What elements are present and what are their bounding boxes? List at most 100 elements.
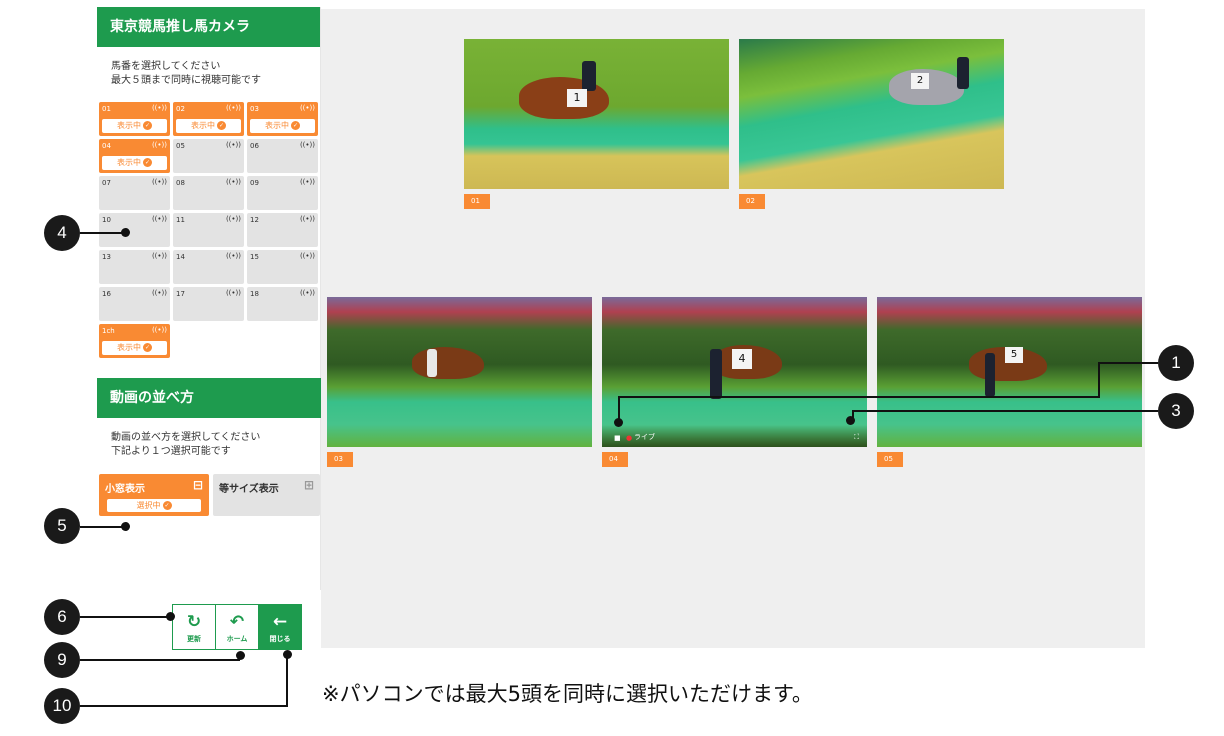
annotation-line [618,396,1100,398]
horse-number-cloth: 1 [567,89,587,107]
horse-select-cell[interactable]: 14 ((•)) [173,250,244,284]
handler-figure [582,61,596,91]
pc-selection-note: ※パソコンでは最大5頭を同時に選択いただけます。 [322,682,813,706]
horse-select-cell[interactable]: 06 ((•)) [247,139,318,173]
horse-select-cell[interactable]: 16 ((•)) [99,287,170,321]
grid-layout-icon: ⊞ [303,478,314,492]
picture-in-picture-icon: ⊟ [192,478,203,492]
horse-number-label: 09 [250,179,259,187]
live-broadcast-icon: ((•)) [151,178,167,186]
handler-figure [957,57,969,89]
horse-select-cell[interactable]: 07 ((•)) [99,176,170,210]
horse-number-label: 06 [250,142,259,150]
horse-number-label: 11 [176,216,185,224]
horse-number-label: 17 [176,290,185,298]
horse-number-label: 18 [250,290,259,298]
live-broadcast-icon: ((•)) [225,252,241,260]
horse-select-cell[interactable]: 05 ((•)) [173,139,244,173]
horse-select-cell[interactable]: 01 ((•)) 表示中 ✓ [99,102,170,136]
annotation-line [1098,362,1100,397]
horse-select-cell[interactable]: 12 ((•)) [247,213,318,247]
layout-section-description: 動画の並べ方を選択してください 下記より１つ選択可能です [97,418,321,474]
live-broadcast-icon: ((•)) [225,215,241,223]
live-broadcast-icon: ((•)) [299,215,315,223]
check-icon: ✓ [143,121,152,130]
fullscreen-icon[interactable]: ⛶ [854,433,859,442]
horse-number-label: 05 [176,142,185,150]
horse-figure [412,347,484,379]
annotation-dot [846,416,855,425]
layout-small-window-option[interactable]: 小窓表示 ⊟ 選択中 ✓ [99,474,209,516]
video-player-03[interactable] [327,297,592,447]
annotation-marker-4: 4 [44,215,80,251]
close-button[interactable]: ← 閉じる [258,604,302,650]
horse-select-cell[interactable]: 03 ((•)) 表示中 ✓ [247,102,318,136]
horse-select-cell[interactable]: 13 ((•)) [99,250,170,284]
video-player-05[interactable]: 5 [877,297,1142,447]
live-broadcast-icon: ((•)) [151,326,167,334]
home-button[interactable]: ↶ ホーム [215,604,259,650]
horse-select-cell[interactable]: 02 ((•)) 表示中 ✓ [173,102,244,136]
layout-section: 動画の並べ方 動画の並べ方を選択してください 下記より１つ選択可能です 小窓表示… [97,378,321,516]
live-broadcast-icon: ((•)) [225,141,241,149]
stop-icon[interactable]: ■ [614,434,621,442]
handler-figure [985,353,995,397]
annotation-marker-3: 3 [1158,393,1194,429]
video-player-02[interactable]: 2 [739,39,1004,189]
annotation-line [80,705,288,707]
refresh-label: 更新 [187,635,201,643]
live-broadcast-icon: ((•)) [151,104,167,112]
horse-select-cell[interactable]: 18 ((•)) [247,287,318,321]
showing-badge: 表示中 ✓ [102,156,167,170]
video-player-01[interactable]: 1 [464,39,729,189]
horse-number-label: 04 [102,142,111,150]
annotation-line [80,659,240,661]
sidebar-panel: 東京競馬推し馬カメラ 馬番を選択してください 最大５頭まで同時に視聴可能です 0… [97,7,321,590]
layout-section-title: 動画の並べ方 [97,378,321,418]
horse-select-cell[interactable]: 08 ((•)) [173,176,244,210]
live-broadcast-icon: ((•)) [151,289,167,297]
annotation-line [1098,362,1158,364]
check-icon: ✓ [143,158,152,167]
horse-select-cell[interactable]: 17 ((•)) [173,287,244,321]
horse-select-cell[interactable]: 10 ((•)) [99,213,170,247]
horse-number-label: 12 [250,216,259,224]
layout-equal-size-option[interactable]: 等サイズ表示 ⊞ [213,474,320,516]
live-label: ライブ [634,433,655,441]
showing-badge: 表示中 ✓ [102,119,167,133]
close-label: 閉じる [269,635,291,643]
undo-arrow-icon: ↶ [229,612,245,632]
video-tag-01: 01 [464,194,490,209]
horse-number-label: 08 [176,179,185,187]
annotation-line [80,526,126,528]
layout-desc-line1: 動画の並べ方を選択してください [111,432,261,443]
horse-select-cell[interactable]: 09 ((•)) [247,176,318,210]
horse-select-cell[interactable]: 15 ((•)) [247,250,318,284]
horse-number-label: 03 [250,105,259,113]
home-label: ホーム [226,635,248,643]
camera-section-title: 東京競馬推し馬カメラ [97,7,320,47]
annotation-marker-5: 5 [44,508,80,544]
annotation-line [80,232,126,234]
live-broadcast-icon: ((•)) [299,289,315,297]
camera-desc-line1: 馬番を選択してください [111,61,221,72]
check-icon: ✓ [162,501,172,510]
annotation-dot [614,418,623,427]
horse-select-cell[interactable]: 04 ((•)) 表示中 ✓ [99,139,170,173]
live-broadcast-icon: ((•)) [225,104,241,112]
horse-select-cell[interactable]: 11 ((•)) [173,213,244,247]
horse-number-label: 15 [250,253,259,261]
refresh-button[interactable]: ↻ 更新 [172,604,216,650]
live-broadcast-icon: ((•)) [225,289,241,297]
video-tag-03: 03 [327,452,353,467]
horse-number-label: 01 [102,105,111,113]
video-stage: 1 01 2 02 03 4 ■ ● ライブ ⛶ 04 5 05 [321,9,1145,648]
live-broadcast-icon: ((•)) [151,215,167,223]
live-broadcast-icon: ((•)) [225,178,241,186]
video-player-04[interactable]: 4 ■ ● ライブ ⛶ [602,297,867,447]
horse-select-cell[interactable]: 1ch ((•)) 表示中 ✓ [99,324,170,358]
annotation-dot [166,612,175,621]
selected-badge: 選択中 ✓ [107,499,201,512]
showing-badge: 表示中 ✓ [250,119,315,133]
refresh-icon: ↻ [186,612,202,632]
